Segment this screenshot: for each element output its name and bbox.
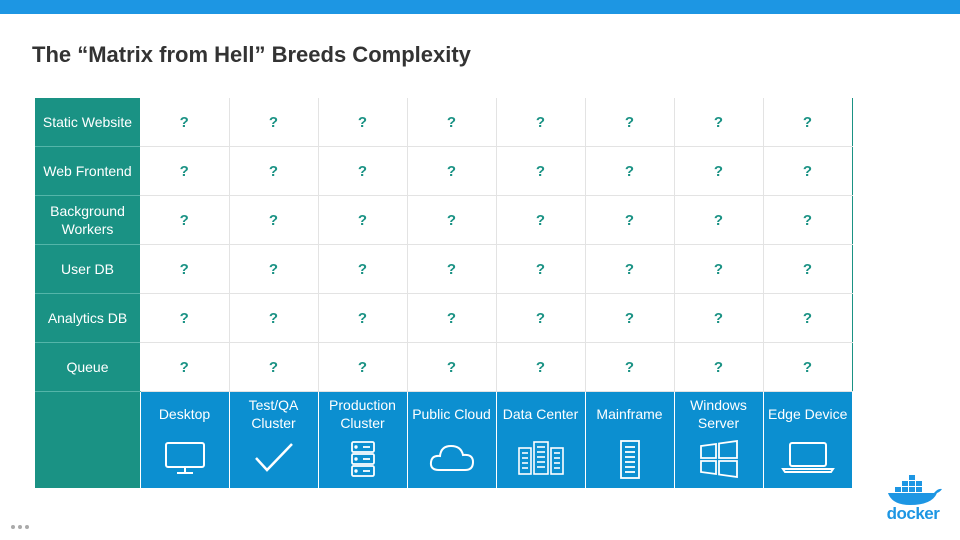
matrix-cell: ? xyxy=(318,195,408,245)
matrix-row: Queue???????? xyxy=(35,342,853,392)
platform-windows-server: Windows Server xyxy=(673,391,763,488)
matrix-cell: ? xyxy=(763,244,853,294)
row-label-user-db: User DB xyxy=(35,244,140,294)
matrix-cell: ? xyxy=(140,146,230,196)
matrix-cell: ? xyxy=(407,195,497,245)
matrix-cell: ? xyxy=(407,146,497,196)
platform-label: Edge Device xyxy=(768,406,848,422)
matrix-cell: ? xyxy=(763,195,853,245)
matrix-cell: ? xyxy=(763,98,853,147)
matrix-cell: ? xyxy=(229,98,319,147)
matrix-cell: ? xyxy=(407,293,497,343)
matrix-cell: ? xyxy=(140,293,230,343)
matrix-row: Static Website???????? xyxy=(35,98,853,147)
docker-wordmark: docker xyxy=(886,504,940,523)
platform-label: Desktop xyxy=(158,406,211,422)
matrix-cell: ? xyxy=(407,98,497,147)
matrix-cell: ? xyxy=(140,98,230,147)
laptop-icon xyxy=(764,440,853,474)
row-label-background-workers: Background Workers xyxy=(35,195,140,245)
matrix-cell: ? xyxy=(585,293,675,343)
matrix-cell: ? xyxy=(140,342,230,392)
matrix-cell: ? xyxy=(140,244,230,294)
matrix-cell: ? xyxy=(674,98,764,147)
cloud-icon xyxy=(408,440,496,476)
matrix-cell: ? xyxy=(674,195,764,245)
platform-public-cloud: Public Cloud xyxy=(406,391,496,488)
row-label-web-frontend: Web Frontend xyxy=(35,146,140,196)
platform-edge-device: Edge Device xyxy=(762,391,853,488)
matrix-cell: ? xyxy=(318,293,408,343)
server-rack-icon xyxy=(319,440,407,480)
row-label-queue: Queue xyxy=(35,342,140,392)
matrix-cell: ? xyxy=(318,244,408,294)
windows-icon xyxy=(675,440,763,478)
matrix-cell: ? xyxy=(318,146,408,196)
matrix-row: User DB???????? xyxy=(35,244,853,294)
matrix-cell: ? xyxy=(229,293,319,343)
platform-desktop: Desktop xyxy=(139,391,229,488)
matrix-corner xyxy=(35,391,140,488)
matrix-cell: ? xyxy=(496,293,586,343)
matrix-cell: ? xyxy=(496,342,586,392)
matrix-cell: ? xyxy=(496,98,586,147)
matrix-cell: ? xyxy=(140,195,230,245)
matrix-row: Web Frontend???????? xyxy=(35,146,853,196)
matrix-cell: ? xyxy=(407,342,497,392)
matrix-cell: ? xyxy=(674,146,764,196)
slide-title: The “Matrix from Hell” Breeds Complexity xyxy=(32,42,471,67)
platform-label: Production Cluster xyxy=(329,397,396,431)
top-accent-bar xyxy=(0,0,960,14)
matrix-cell: ? xyxy=(585,98,675,147)
matrix-cell: ? xyxy=(496,146,586,196)
matrix-cell: ? xyxy=(585,146,675,196)
matrix-row: Analytics DB???????? xyxy=(35,293,853,343)
platform-test-qa-cluster: Test/QA Cluster xyxy=(228,391,318,488)
matrix-cell: ? xyxy=(229,244,319,294)
docker-whale-icon xyxy=(888,475,942,505)
matrix-cell: ? xyxy=(674,342,764,392)
row-label-static-website: Static Website xyxy=(35,98,140,147)
checkmark-icon xyxy=(230,440,318,476)
platform-label: Mainframe xyxy=(596,406,663,422)
complexity-matrix: Static Website???????? Web Frontend??????… xyxy=(35,98,853,488)
matrix-cell: ? xyxy=(496,195,586,245)
matrix-cell: ? xyxy=(763,342,853,392)
matrix-cell: ? xyxy=(585,244,675,294)
docker-logo: docker xyxy=(880,474,946,524)
platform-label: Data Center xyxy=(502,406,579,422)
row-label-analytics-db: Analytics DB xyxy=(35,293,140,343)
matrix-cell: ? xyxy=(585,195,675,245)
matrix-cell: ? xyxy=(407,244,497,294)
matrix-cell: ? xyxy=(585,342,675,392)
platform-label: Test/QA Cluster xyxy=(248,397,299,431)
matrix-cell: ? xyxy=(763,146,853,196)
matrix-cell: ? xyxy=(674,244,764,294)
platform-production-cluster: Production Cluster xyxy=(317,391,407,488)
matrix-cell: ? xyxy=(318,342,408,392)
matrix-cell: ? xyxy=(674,293,764,343)
matrix-cell: ? xyxy=(229,195,319,245)
matrix-cell: ? xyxy=(496,244,586,294)
matrix-row: Background Workers???????? xyxy=(35,195,853,245)
matrix-cell: ? xyxy=(229,342,319,392)
data-center-icon xyxy=(497,440,585,476)
slide-options-dots[interactable] xyxy=(11,525,29,529)
platform-mainframe: Mainframe xyxy=(584,391,674,488)
platform-label: Public Cloud xyxy=(412,406,491,422)
platform-row: Desktop Test/QA Cluster Production Cluster… xyxy=(35,391,853,488)
platform-label: Windows Server xyxy=(690,397,747,431)
matrix-cell: ? xyxy=(229,146,319,196)
matrix-cell: ? xyxy=(318,98,408,147)
mainframe-icon xyxy=(586,440,674,480)
matrix-cell: ? xyxy=(763,293,853,343)
platform-data-center: Data Center xyxy=(495,391,585,488)
desktop-icon xyxy=(141,440,229,476)
